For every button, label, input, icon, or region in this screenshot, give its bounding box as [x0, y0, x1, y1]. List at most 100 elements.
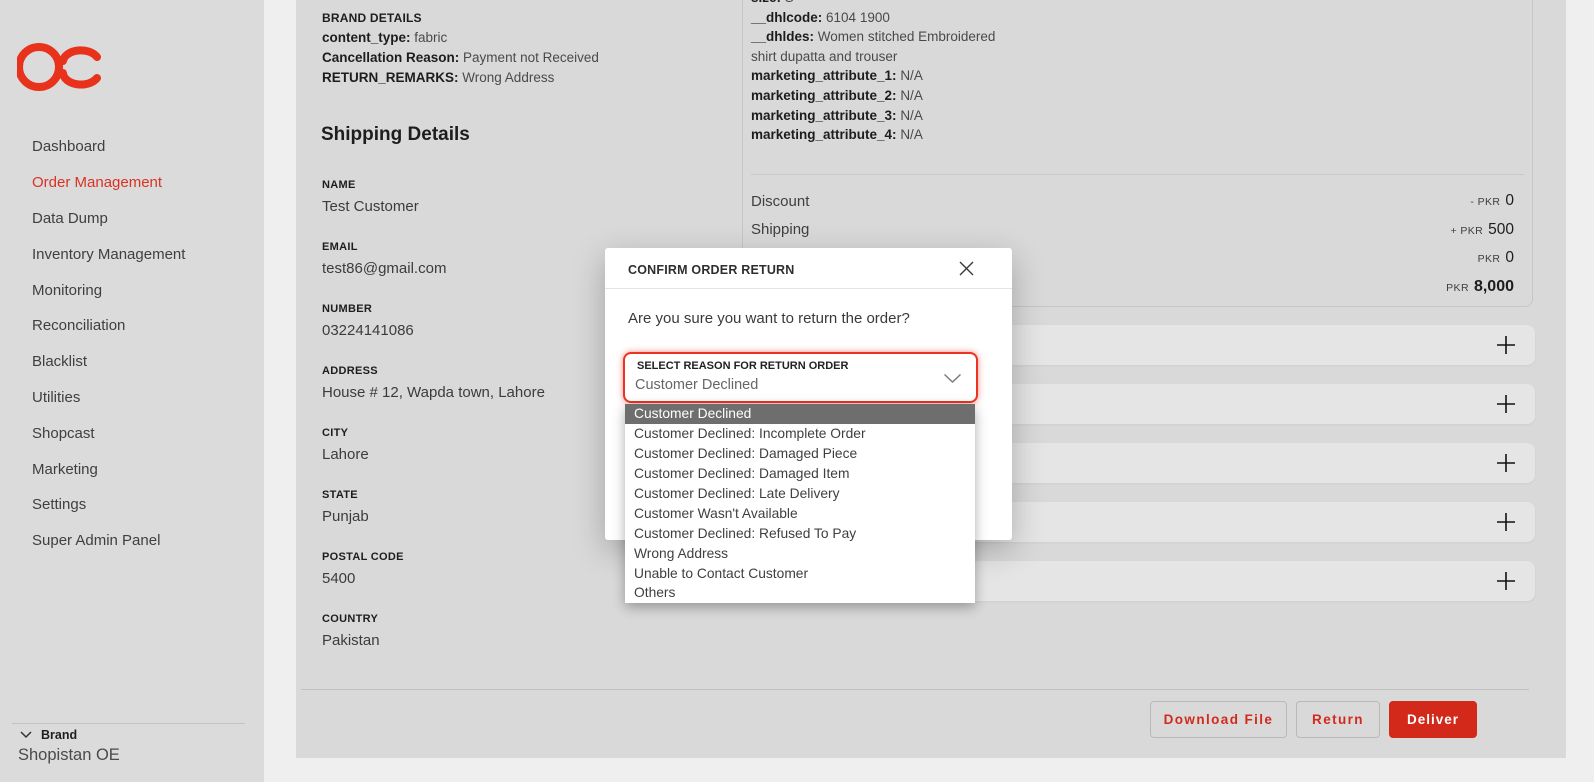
attribute-row: size: S: [751, 0, 1019, 8]
total-amount: 8,000: [1474, 278, 1514, 296]
total-amount: 0: [1505, 249, 1514, 267]
detail-label: content_type:: [322, 30, 411, 45]
attr-label: __dhldes:: [751, 29, 814, 44]
sidebar-item-utilities[interactable]: Utilities: [0, 380, 264, 416]
deliver-button[interactable]: Deliver: [1389, 701, 1477, 738]
plus-icon[interactable]: [1495, 334, 1517, 361]
currency-label: PKR: [1478, 253, 1501, 265]
attr-value: N/A: [900, 127, 923, 142]
plus-icon[interactable]: [1495, 452, 1517, 479]
attr-label: marketing_attribute_3:: [751, 108, 897, 123]
sidebar-item-settings[interactable]: Settings: [0, 487, 264, 523]
field-label: EMAIL: [322, 240, 642, 254]
sidebar-divider: [12, 723, 245, 724]
sidebar-item-monitoring[interactable]: Monitoring: [0, 272, 264, 308]
field-value: House # 12, Wapda town, Lahore: [322, 383, 642, 403]
dropdown-option[interactable]: Unable to Contact Customer: [625, 563, 975, 583]
dropdown-option[interactable]: Customer Declined: Refused To Pay: [625, 523, 975, 543]
download-file-button[interactable]: Download File: [1150, 701, 1287, 738]
field-value: Lahore: [322, 445, 642, 465]
brand-details-section: BRAND DETAILS content_type: fabric Cance…: [322, 8, 742, 88]
detail-label: RETURN_REMARKS:: [322, 70, 459, 85]
confirmation-question: Are you sure you want to return the orde…: [628, 310, 910, 327]
sidebar-item-super-admin-panel[interactable]: Super Admin Panel: [0, 523, 264, 559]
dropdown-option[interactable]: Customer Declined: [625, 404, 975, 424]
currency-label: + PKR: [1450, 225, 1483, 237]
plus-icon[interactable]: [1495, 393, 1517, 420]
brand-selector[interactable]: Brand: [20, 728, 77, 742]
sidebar-item-inventory-management[interactable]: Inventory Management: [0, 236, 264, 272]
attr-value: N/A: [900, 88, 923, 103]
plus-icon[interactable]: [1495, 511, 1517, 538]
sidebar-item-data-dump[interactable]: Data Dump: [0, 201, 264, 237]
total-label: Discount: [751, 193, 809, 210]
modal-title: CONFIRM ORDER RETURN: [628, 263, 795, 277]
sidebar-item-order-management[interactable]: Order Management: [0, 165, 264, 201]
dropdown-option[interactable]: Customer Declined: Damaged Piece: [625, 444, 975, 464]
attribute-row: marketing_attribute_2: N/A: [751, 86, 1019, 106]
return-reason-select[interactable]: SELECT REASON FOR RETURN ORDER Customer …: [623, 352, 978, 403]
field-value: Test Customer: [322, 197, 642, 217]
field-postal-code: POSTAL CODE 5400: [322, 550, 642, 589]
close-icon[interactable]: [959, 261, 974, 276]
dropdown-option[interactable]: Wrong Address: [625, 543, 975, 563]
field-email: EMAIL test86@gmail.com: [322, 240, 642, 279]
field-state: STATE Punjab: [322, 488, 642, 527]
field-label: NUMBER: [322, 302, 642, 316]
attr-value: 6104 1900: [826, 10, 890, 25]
select-label: SELECT REASON FOR RETURN ORDER: [637, 360, 848, 372]
product-attributes: size: S __dhlcode: 6104 1900 __dhldes: W…: [751, 0, 1019, 145]
chevron-down-icon: [20, 731, 32, 739]
total-amount: 0: [1505, 192, 1514, 210]
modal-header-divider: [605, 288, 1012, 289]
field-address: ADDRESS House # 12, Wapda town, Lahore: [322, 364, 642, 403]
attr-label: marketing_attribute_4:: [751, 127, 897, 142]
currency-label: PKR: [1446, 282, 1469, 294]
dropdown-option[interactable]: Customer Declined: Incomplete Order: [625, 424, 975, 444]
total-row-shipping: Shipping + PKR500: [751, 216, 1514, 245]
attr-label: __dhlcode:: [751, 10, 822, 25]
order-management-screen: Dashboard Order Management Data Dump Inv…: [0, 0, 1594, 782]
field-label: NAME: [322, 178, 642, 192]
dropdown-option[interactable]: Customer Declined: Damaged Item: [625, 464, 975, 484]
dropdown-option[interactable]: Customer Declined: Late Delivery: [625, 484, 975, 504]
field-value: Pakistan: [322, 631, 642, 651]
attr-label: size:: [751, 0, 781, 5]
shipping-fields: NAME Test Customer EMAIL test86@gmail.co…: [322, 178, 642, 674]
sidebar: Dashboard Order Management Data Dump Inv…: [0, 0, 264, 782]
attr-value: N/A: [900, 108, 923, 123]
sidebar-item-marketing[interactable]: Marketing: [0, 451, 264, 487]
field-value: Punjab: [322, 507, 642, 527]
field-label: COUNTRY: [322, 612, 642, 626]
return-reason-dropdown: Customer Declined Customer Declined: Inc…: [625, 404, 975, 603]
attribute-row: marketing_attribute_3: N/A: [751, 106, 1019, 126]
brand-details-title: BRAND DETAILS: [322, 8, 742, 28]
total-row-discount: Discount - PKR0: [751, 187, 1514, 216]
sidebar-item-reconciliation[interactable]: Reconciliation: [0, 308, 264, 344]
attr-value: S: [785, 0, 794, 5]
field-label: CITY: [322, 426, 642, 440]
plus-icon[interactable]: [1495, 570, 1517, 597]
brand-detail-row: content_type: fabric: [322, 28, 742, 48]
field-label: POSTAL CODE: [322, 550, 642, 564]
brand-detail-row: RETURN_REMARKS: Wrong Address: [322, 68, 742, 88]
footer-divider: [301, 689, 1529, 690]
sidebar-item-dashboard[interactable]: Dashboard: [0, 129, 264, 165]
dropdown-option[interactable]: Others: [625, 583, 975, 603]
brand-detail-row: Cancellation Reason: Payment not Receive…: [322, 48, 742, 68]
attribute-row: marketing_attribute_1: N/A: [751, 66, 1019, 86]
attr-value: N/A: [900, 68, 923, 83]
shipping-details-title: Shipping Details: [321, 124, 470, 146]
brand-label: Brand: [41, 728, 77, 742]
total-label: Shipping: [751, 221, 809, 238]
detail-value: Payment not Received: [463, 50, 599, 65]
sidebar-item-blacklist[interactable]: Blacklist: [0, 344, 264, 380]
attribute-row: __dhlcode: 6104 1900: [751, 8, 1019, 28]
sidebar-item-shopcast[interactable]: Shopcast: [0, 415, 264, 451]
field-label: STATE: [322, 488, 642, 502]
totals-divider: [751, 174, 1524, 175]
field-number: NUMBER 03224141086: [322, 302, 642, 341]
return-button[interactable]: Return: [1296, 701, 1380, 738]
dropdown-option[interactable]: Customer Wasn't Available: [625, 503, 975, 523]
detail-label: Cancellation Reason:: [322, 50, 459, 65]
